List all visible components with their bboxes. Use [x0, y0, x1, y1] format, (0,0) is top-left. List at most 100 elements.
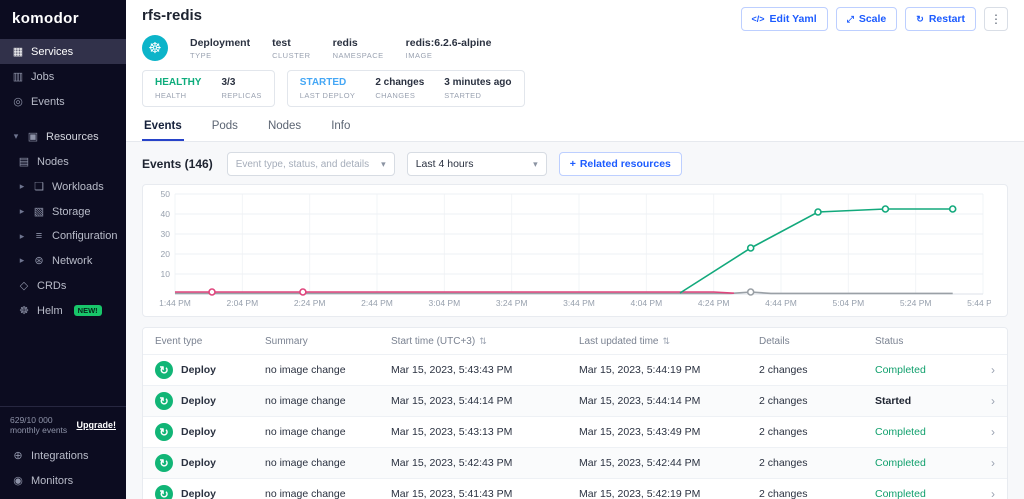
- row-summary: no image change: [265, 457, 391, 469]
- status-badge: Completed: [875, 364, 971, 376]
- chevron-right-icon[interactable]: ›: [971, 425, 995, 439]
- code-icon: </>: [752, 14, 765, 24]
- usage-text: 629/10 000 monthly events: [10, 415, 72, 435]
- sidebar-item-workloads[interactable]: ▸ ❏ Workloads: [0, 174, 126, 199]
- svg-text:5:24 PM: 5:24 PM: [900, 298, 932, 308]
- upgrade-link[interactable]: Upgrade!: [76, 420, 116, 430]
- col-last-updated[interactable]: Last updated time ⇅: [579, 336, 759, 347]
- scale-button[interactable]: ⤢ Scale: [836, 7, 898, 31]
- edit-yaml-label: Edit Yaml: [770, 13, 817, 25]
- komodor-logo: komodor: [0, 0, 126, 39]
- row-updated-time: Mar 15, 2023, 5:42:44 PM: [579, 457, 759, 469]
- related-resources-button[interactable]: + Related resources: [559, 152, 682, 176]
- helm-icon: ☸: [18, 304, 30, 317]
- row-updated-time: Mar 15, 2023, 5:42:19 PM: [579, 488, 759, 499]
- sidebar-item-configuration[interactable]: ▸ ≡ Configuration: [0, 224, 126, 248]
- last-deploy-card[interactable]: STARTED LAST DEPLOY 2 changes CHANGES 3 …: [287, 70, 525, 107]
- health-stat: HEALTHY HEALTH: [155, 77, 201, 100]
- restart-label: Restart: [929, 13, 965, 25]
- deploy-icon: ↻: [155, 361, 173, 379]
- row-updated-time: Mar 15, 2023, 5:44:14 PM: [579, 395, 759, 407]
- sidebar-item-services[interactable]: ▦ Services: [0, 39, 126, 64]
- monitors-icon: ◉: [12, 474, 24, 487]
- row-start-time: Mar 15, 2023, 5:41:43 PM: [391, 488, 579, 499]
- table-row[interactable]: ↻Deploy no image change Mar 15, 2023, 5:…: [143, 354, 1007, 385]
- restart-button[interactable]: ↻ Restart: [905, 7, 976, 31]
- sidebar-item-label: Workloads: [52, 181, 104, 193]
- edit-yaml-button[interactable]: </> Edit Yaml: [741, 7, 828, 31]
- table-row[interactable]: ↻Deploy no image change Mar 15, 2023, 5:…: [143, 478, 1007, 499]
- sidebar-item-label: CRDs: [37, 280, 66, 292]
- svg-text:4:04 PM: 4:04 PM: [631, 298, 663, 308]
- svg-text:3:04 PM: 3:04 PM: [429, 298, 461, 308]
- chevron-right-icon[interactable]: ›: [971, 487, 995, 499]
- meta-image: redis:6.2.6-alpine IMAGE: [406, 37, 492, 60]
- sidebar-item-monitors[interactable]: ◉ Monitors: [0, 468, 126, 499]
- svg-text:10: 10: [161, 269, 171, 279]
- sidebar-item-events[interactable]: ◎ Events: [0, 89, 126, 114]
- tab-nodes[interactable]: Nodes: [266, 114, 303, 141]
- sidebar-section-resources[interactable]: ▾ ▣ Resources: [0, 124, 126, 149]
- app-window: komodor ▦ Services ▥ Jobs ◎ Events ▾ ▣ R…: [0, 0, 1024, 499]
- chevron-right-icon[interactable]: ›: [971, 456, 995, 470]
- storage-icon: ▧: [33, 205, 45, 218]
- sidebar-item-label: Jobs: [31, 71, 54, 83]
- restart-icon: ↻: [916, 14, 924, 25]
- sidebar-item-label: Network: [52, 255, 92, 267]
- kubernetes-icon: ☸: [148, 39, 161, 57]
- events-icon: ◎: [12, 95, 24, 108]
- sidebar-item-crds[interactable]: ◇ CRDs: [0, 273, 126, 298]
- col-event-type: Event type: [155, 336, 265, 347]
- sidebar: komodor ▦ Services ▥ Jobs ◎ Events ▾ ▣ R…: [0, 0, 126, 499]
- tab-events[interactable]: Events: [142, 114, 184, 141]
- changes-stat: 2 changes CHANGES: [375, 77, 424, 100]
- table-header: Event type Summary Start time (UTC+3) ⇅ …: [143, 328, 1007, 354]
- events-count-title: Events (146): [142, 157, 213, 171]
- sidebar-item-label: Nodes: [37, 156, 69, 168]
- events-content: Events (146) Event type, status, and det…: [126, 142, 1024, 499]
- sidebar-item-nodes[interactable]: ▤ Nodes: [0, 149, 126, 174]
- col-start-time[interactable]: Start time (UTC+3) ⇅: [391, 336, 579, 347]
- meta-cluster: test CLUSTER: [272, 37, 311, 60]
- row-updated-time: Mar 15, 2023, 5:43:49 PM: [579, 426, 759, 438]
- event-filter-input[interactable]: Event type, status, and details ▾: [227, 152, 395, 176]
- meta-namespace: redis NAMESPACE: [333, 37, 384, 60]
- sidebar-item-jobs[interactable]: ▥ Jobs: [0, 64, 126, 89]
- table-row[interactable]: ↻Deploy no image change Mar 15, 2023, 5:…: [143, 385, 1007, 416]
- table-row[interactable]: ↻Deploy no image change Mar 15, 2023, 5:…: [143, 416, 1007, 447]
- sidebar-item-storage[interactable]: ▸ ▧ Storage: [0, 199, 126, 224]
- sidebar-item-label: Services: [31, 46, 73, 58]
- row-details: 2 changes: [759, 364, 875, 376]
- sidebar-spacer: [0, 323, 126, 406]
- scale-label: Scale: [859, 13, 886, 25]
- deploy-icon: ↻: [155, 423, 173, 441]
- tab-info[interactable]: Info: [329, 114, 352, 141]
- sidebar-item-label: Monitors: [31, 475, 73, 487]
- plus-icon: +: [570, 158, 576, 170]
- time-range-select[interactable]: Last 4 hours ▾: [407, 152, 547, 176]
- services-icon: ▦: [12, 45, 24, 58]
- row-start-time: Mar 15, 2023, 5:42:43 PM: [391, 457, 579, 469]
- svg-text:30: 30: [161, 229, 171, 239]
- svg-text:2:24 PM: 2:24 PM: [294, 298, 326, 308]
- tab-pods[interactable]: Pods: [210, 114, 240, 141]
- sidebar-item-network[interactable]: ▸ ⊛ Network: [0, 248, 126, 273]
- started-stat: 3 minutes ago STARTED: [444, 77, 511, 100]
- events-chart-svg: 1:44 PM2:04 PM2:24 PM2:44 PM3:04 PM3:24 …: [151, 188, 991, 310]
- chevron-right-icon[interactable]: ›: [971, 394, 995, 408]
- sidebar-item-integrations[interactable]: ⊕ Integrations: [0, 443, 126, 468]
- more-options-button[interactable]: ⋮: [984, 7, 1008, 31]
- row-details: 2 changes: [759, 395, 875, 407]
- row-details: 2 changes: [759, 488, 875, 499]
- deploy-icon: ↻: [155, 485, 173, 499]
- health-card[interactable]: HEALTHY HEALTH 3/3 REPLICAS: [142, 70, 275, 107]
- table-row[interactable]: ↻Deploy no image change Mar 15, 2023, 5:…: [143, 447, 1007, 478]
- integrations-icon: ⊕: [12, 449, 24, 462]
- chevron-right-icon[interactable]: ›: [971, 363, 995, 377]
- last-deploy-stat: STARTED LAST DEPLOY: [300, 77, 356, 100]
- status-cards: HEALTHY HEALTH 3/3 REPLICAS STARTED LAST…: [126, 61, 1024, 107]
- chevron-down-icon: ▾: [381, 159, 386, 170]
- svg-text:5:04 PM: 5:04 PM: [833, 298, 865, 308]
- sidebar-item-helm[interactable]: ☸ Helm NEW!: [0, 298, 126, 323]
- events-chart: 1:44 PM2:04 PM2:24 PM2:44 PM3:04 PM3:24 …: [142, 184, 1008, 317]
